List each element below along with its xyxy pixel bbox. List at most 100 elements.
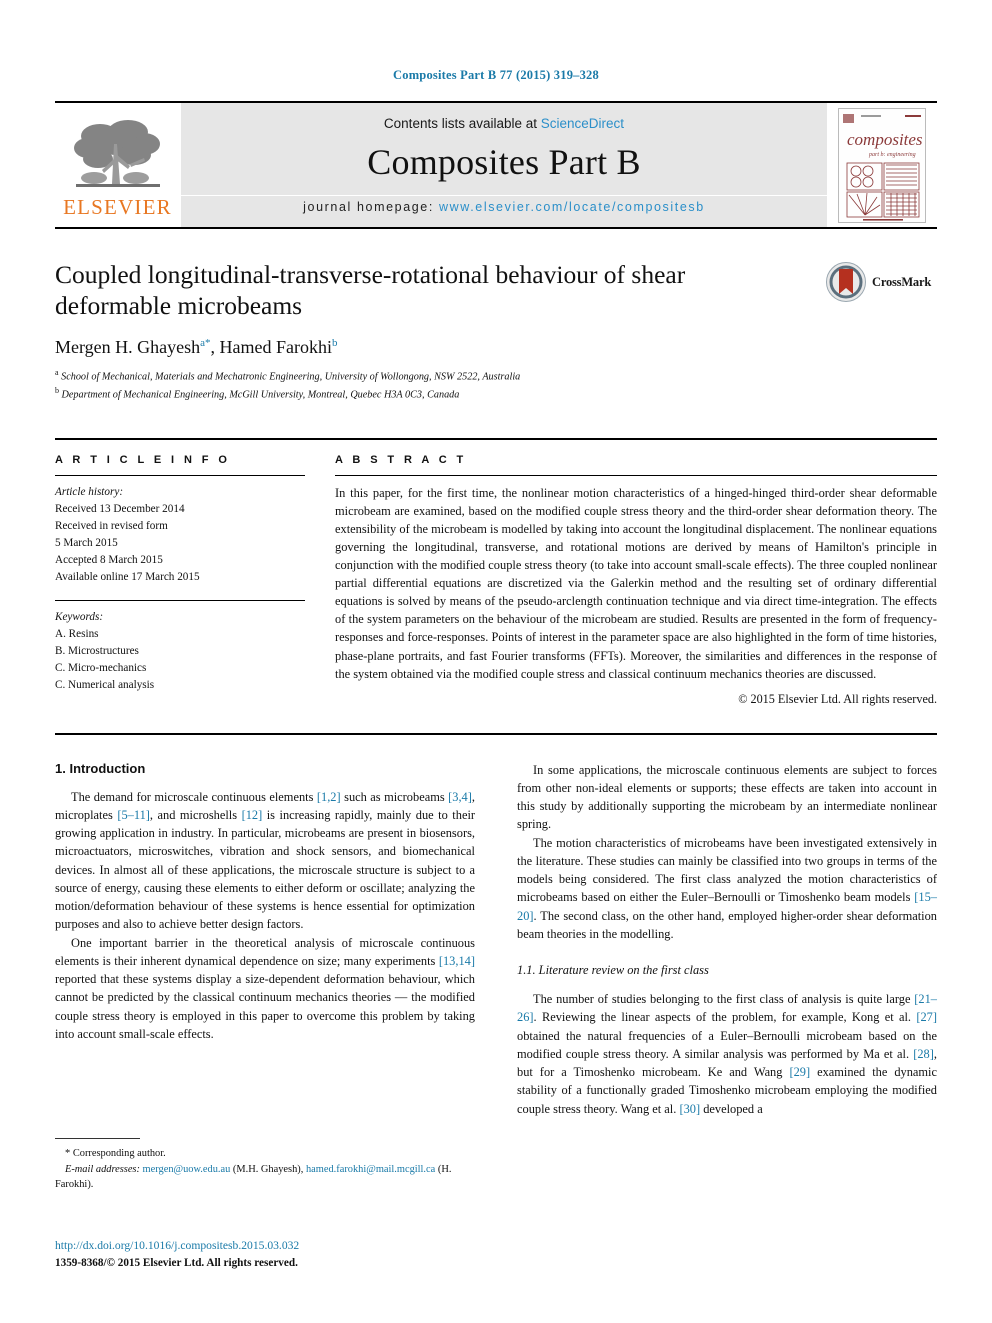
history-item: Received 13 December 2014 [55,502,185,515]
body-columns: 1. Introduction The demand for microscal… [55,761,937,1118]
author-list: Mergen H. Ghayesha*, Hamed Farokhib [55,337,338,358]
affiliations: a School of Mechanical, Materials and Me… [55,367,937,403]
citation-ref[interactable]: [30] [679,1102,700,1116]
journal-homepage-bar: journal homepage: www.elsevier.com/locat… [181,194,827,219]
text-run: reported that these systems display a si… [55,972,475,1041]
journal-cover-thumbnail: composites part b: engineering [838,107,926,223]
elsevier-tree-icon [73,120,160,187]
crossmark-badge[interactable]: CrossMark [825,261,937,303]
author-name-2: Hamed Farokhi [219,337,333,358]
crossmark-icon [826,262,866,302]
email-link-1[interactable]: mergen@uow.edu.au [143,1164,231,1175]
abstract-text: In this paper, for the first time, the n… [335,485,937,681]
homepage-prefix: journal homepage: [303,199,434,214]
text-run: , and microshells [149,808,242,822]
journal-masthead: ELSEVIER Contents lists available at Sci… [55,101,937,229]
running-head: Composites Part B 77 (2015) 319–328 [393,68,599,82]
subsection-heading-literature-review: 1.1. Literature review on the first clas… [517,963,709,978]
email-addresses-label: E-mail addresses: [65,1163,140,1175]
paragraph-left-2: One important barrier in the theoretical… [55,934,475,1043]
email-link-2[interactable]: hamed.farokhi@mail.mcgill.ca [306,1164,435,1175]
title-block: Coupled longitudinal-transverse-rotation… [55,259,937,404]
body-column-left: 1. Introduction The demand for microscal… [55,761,475,1118]
sciencedirect-link[interactable]: ScienceDirect [541,116,624,131]
svg-text:composites: composites [847,130,923,149]
article-info-rule [55,474,305,476]
affiliation-a-text: School of Mechanical, Materials and Mech… [61,371,521,383]
homepage-url-link[interactable]: www.elsevier.com/locate/compositesb [439,200,705,214]
text-run: such as microbeams [340,789,449,804]
citation-ref[interactable]: [29] [789,1065,810,1079]
journal-cover-art: composites part b: engineering [839,108,925,222]
text-run: The number of studies belonging to the f… [533,992,915,1007]
section-heading-introduction: 1. Introduction [55,760,146,776]
footnote-rule [55,1138,140,1139]
citation-ref[interactable]: [1,2] [317,790,341,804]
affiliation-b-marker: b [55,386,59,396]
citation-ref[interactable]: [13,14] [439,954,475,968]
affiliation-b: b Department of Mechanical Engineering, … [55,385,937,403]
keywords-label: Keywords: [55,610,104,623]
footnotes-block: * Corresponding author. E-mail addresses… [55,1138,460,1193]
article-history-label: Article history: [55,485,124,498]
article-info-column: A R T I C L E I N F O Article history: R… [55,454,305,707]
citation-ref[interactable]: [3,4] [448,790,472,804]
svg-text:part b: engineering: part b: engineering [868,152,916,158]
author-affil-marker-b: b [332,337,338,350]
text-run: The demand for microscale continuous ele… [71,789,317,804]
crossmark-label: CrossMark [872,274,932,289]
section-divider-rule [55,732,937,735]
citation-ref[interactable]: [5–11] [117,808,150,822]
keyword-item: A. Resins [55,627,99,640]
article-info-heading: A R T I C L E I N F O [55,453,231,466]
text-run: . Reviewing the linear aspects of the pr… [533,1010,917,1025]
abstract-rule [335,474,937,476]
author-name-1: Mergen H. Ghayesh [55,337,201,358]
issn-copyright-line: 1359-8368/© 2015 Elsevier Ltd. All right… [55,1256,298,1269]
contents-lists-line: Contents lists available at ScienceDirec… [181,116,827,131]
footnote-emails: E-mail addresses: mergen@uow.edu.au (M.H… [55,1162,460,1193]
keyword-item: B. Microstructures [55,644,139,657]
paragraph-right-1: In some applications, the microscale con… [517,762,937,832]
elsevier-wordmark: ELSEVIER [63,195,172,219]
masthead-center: Contents lists available at ScienceDirec… [180,103,827,227]
contents-prefix: Contents lists available at [383,115,538,131]
corresponding-author-marker: * [205,337,211,350]
paragraph-right-2: The motion characteristics of microbeams… [517,834,937,943]
affiliation-b-text: Department of Mechanical Engineering, Mc… [61,389,460,401]
page-title: Coupled longitudinal-transverse-rotation… [55,260,686,321]
citation-ref[interactable]: [12] [242,808,263,822]
masthead-right: composites part b: engineering [827,103,937,227]
publisher-logo: ELSEVIER [55,103,180,227]
doi-block: http://dx.doi.org/10.1016/j.compositesb.… [55,1238,485,1271]
keywords-rule [55,599,305,601]
footnote-corresponding-author: * Corresponding author. [55,1146,460,1162]
paragraph-left-1: The demand for microscale continuous ele… [55,788,475,934]
text-run: is increasing rapidly, mainly due to the… [55,808,476,932]
doi-link[interactable]: http://dx.doi.org/10.1016/j.compositesb.… [55,1238,485,1255]
body-column-right: In some applications, the microscale con… [517,761,937,1118]
history-item: Received in revised form [55,519,168,532]
text-run: The motion characteristics of microbeams… [517,835,937,905]
paragraph-right-3: The number of studies belonging to the f… [517,990,937,1118]
article-history: Article history: Received 13 December 20… [55,484,305,586]
abstract-copyright: © 2015 Elsevier Ltd. All rights reserved… [738,691,937,706]
keyword-item: C. Numerical analysis [55,678,155,691]
affiliation-a: a School of Mechanical, Materials and Me… [55,367,937,385]
text-run: One important barrier in the theoretical… [55,935,475,968]
paper-page: Composites Part B 77 (2015) 319–328 ELSE… [0,0,992,1323]
text-run: developed a [700,1101,763,1116]
history-item: 5 March 2015 [55,536,118,549]
text-run: . The second class, on the other hand, e… [517,908,937,941]
affiliation-a-marker: a [55,368,59,378]
history-item: Accepted 8 March 2015 [55,553,163,566]
keyword-item: C. Micro-mechanics [55,661,147,674]
abstract-column: A B S T R A C T In this paper, for the f… [335,454,937,707]
footnote-marker: * [65,1148,71,1159]
email-owner-1: (M.H. Ghayesh), [232,1163,304,1175]
text-run: obtained the natural frequencies of a Eu… [517,1028,937,1061]
info-abstract-section: A R T I C L E I N F O Article history: R… [55,437,937,707]
keywords-block: Keywords: A. Resins B. Microstructures C… [55,609,305,694]
citation-ref[interactable]: [28] [913,1047,934,1061]
citation-ref[interactable]: [27] [916,1010,937,1024]
